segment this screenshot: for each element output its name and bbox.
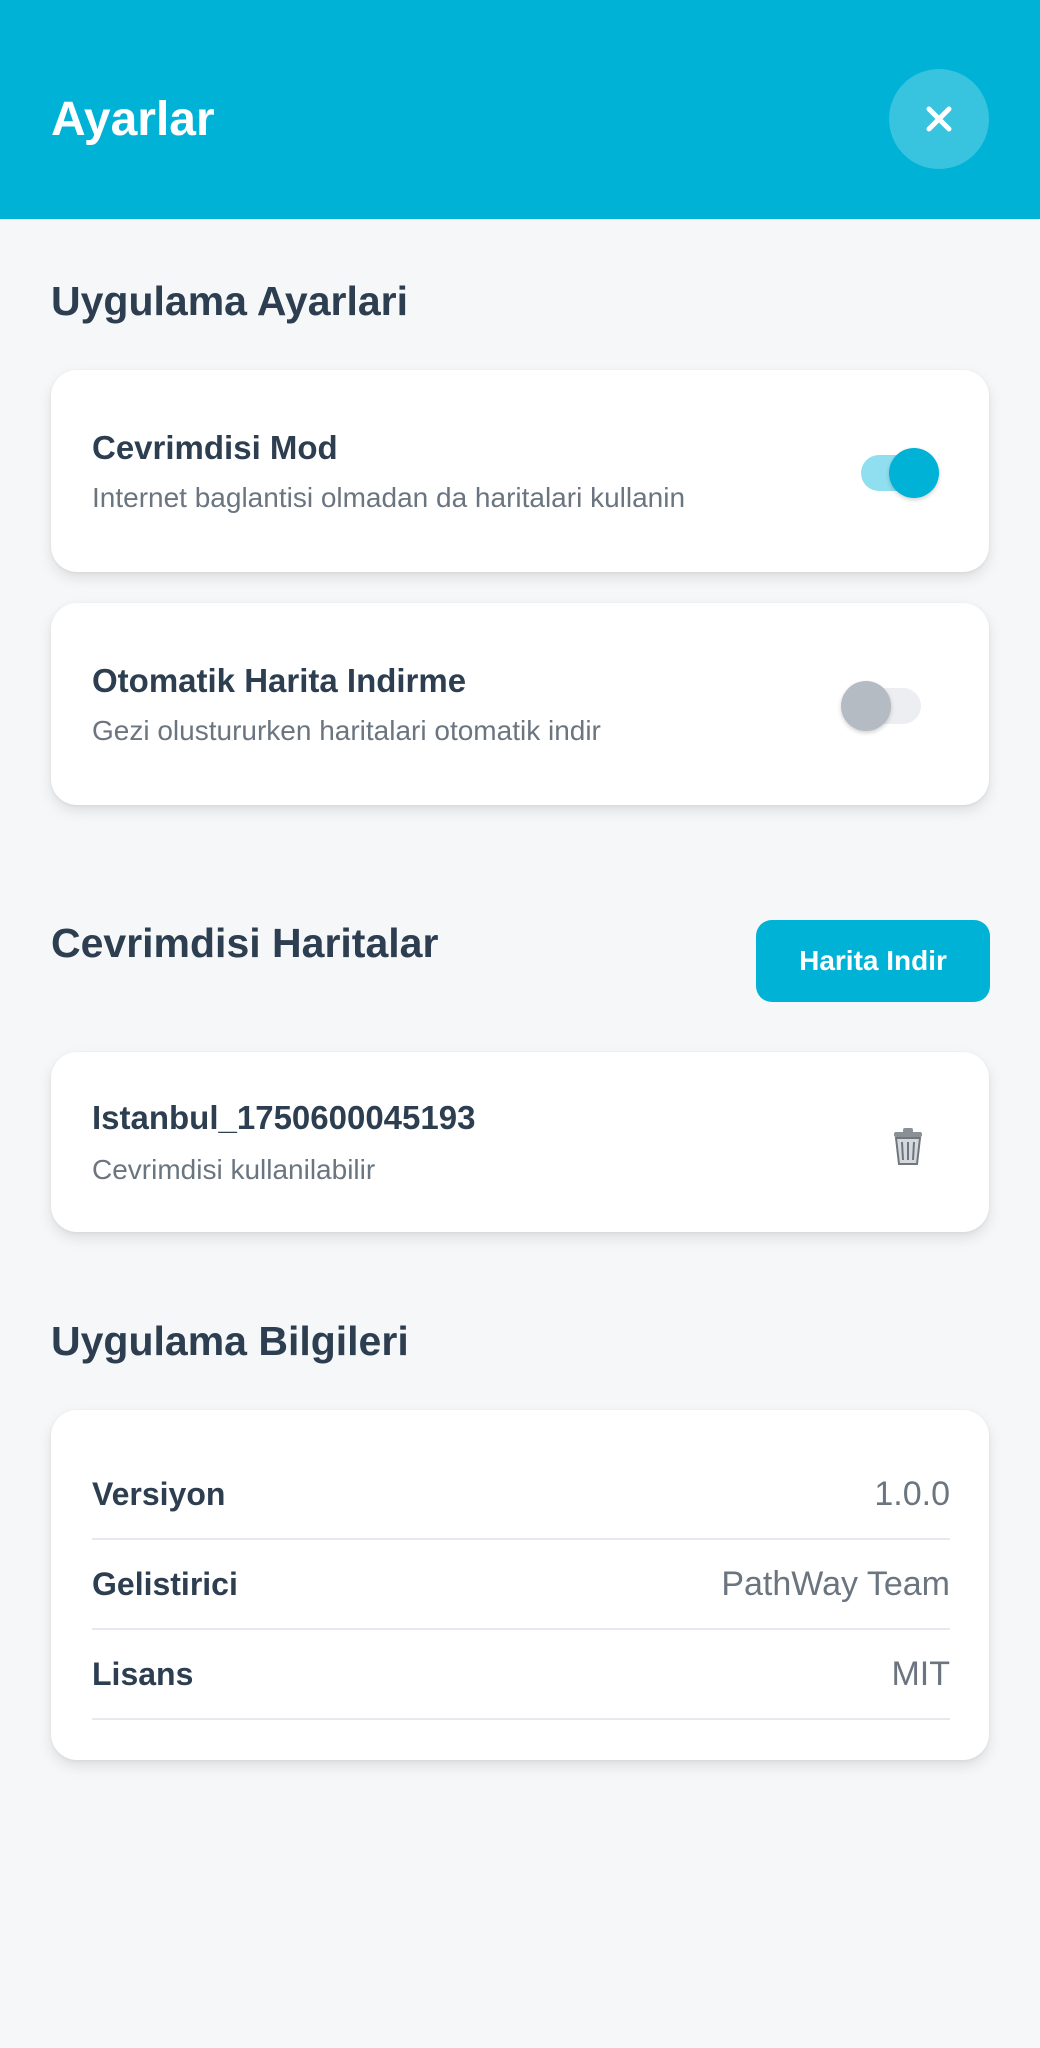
setting-card-auto-download: Otomatik Harita Indirme Gezi olustururke… (51, 603, 989, 805)
offline-map-item: Istanbul_1750600045193 Cevrimdisi kullan… (51, 1052, 989, 1232)
setting-subtitle-auto-download: Gezi olustururken haritalari otomatik in… (92, 715, 601, 746)
info-value: MIT (891, 1655, 950, 1693)
toggle-knob (889, 448, 939, 498)
info-value: PathWay Team (721, 1565, 950, 1603)
setting-title-offline-mode: Cevrimdisi Mod (92, 429, 338, 466)
section-title-offline-maps: Cevrimdisi Haritalar (51, 920, 439, 966)
info-value: 1.0.0 (874, 1475, 950, 1513)
header-bar: Ayarlar (0, 0, 1040, 219)
offline-mode-toggle[interactable] (861, 448, 941, 498)
trash-icon[interactable] (890, 1126, 926, 1166)
info-row-version: Versiyon 1.0.0 (92, 1450, 950, 1540)
section-title-app-info: Uygulama Bilgileri (51, 1318, 409, 1364)
app-info-card: Versiyon 1.0.0 Gelistirici PathWay Team … (51, 1410, 989, 1760)
page-title: Ayarlar (51, 93, 215, 146)
info-row-developer: Gelistirici PathWay Team (92, 1540, 950, 1630)
toggle-knob (841, 681, 891, 731)
offline-map-name: Istanbul_1750600045193 (92, 1099, 476, 1136)
info-label: Versiyon (92, 1476, 226, 1512)
auto-download-toggle[interactable] (841, 681, 923, 731)
download-map-button[interactable]: Harita Indir (756, 920, 990, 1002)
close-button[interactable] (889, 69, 989, 169)
info-row-license: Lisans MIT (92, 1630, 950, 1720)
close-icon (926, 106, 952, 132)
setting-subtitle-offline-mode: Internet baglantisi olmadan da haritalar… (92, 482, 686, 513)
offline-map-status: Cevrimdisi kullanilabilir (92, 1154, 376, 1185)
setting-card-offline-mode: Cevrimdisi Mod Internet baglantisi olmad… (51, 370, 989, 572)
section-title-app-settings: Uygulama Ayarlari (51, 278, 409, 324)
info-label: Lisans (92, 1656, 194, 1692)
setting-title-auto-download: Otomatik Harita Indirme (92, 662, 467, 699)
info-label: Gelistirici (92, 1566, 238, 1602)
